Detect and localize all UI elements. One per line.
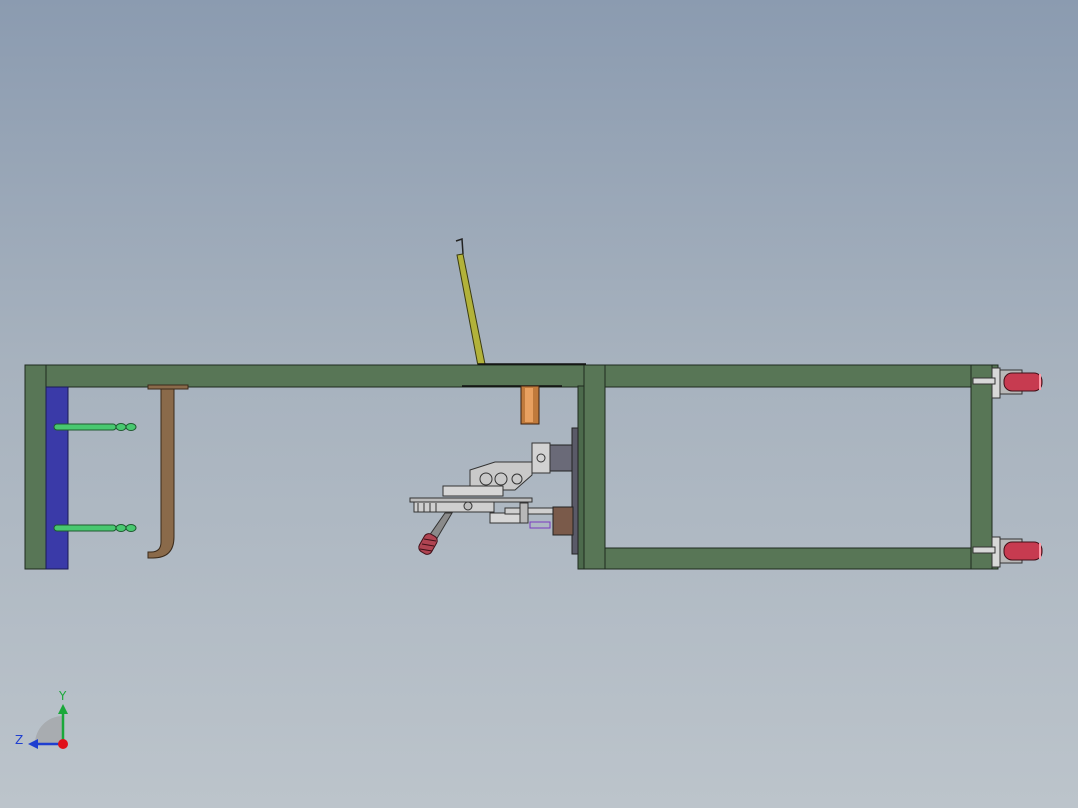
base-bolt bbox=[463, 501, 473, 511]
pin-tip bbox=[125, 524, 137, 532]
stop-rod bbox=[972, 377, 996, 385]
pin-knob bbox=[115, 524, 127, 532]
clamp-base bbox=[413, 501, 495, 513]
frame-top-rail bbox=[24, 364, 999, 388]
pipe-flange bbox=[147, 384, 189, 390]
slider-block bbox=[547, 444, 575, 472]
pin-knob bbox=[115, 423, 127, 431]
mid-post-plate bbox=[577, 385, 585, 570]
y-axis-label: Y bbox=[58, 689, 67, 703]
lever-arm[interactable] bbox=[455, 237, 486, 367]
lever-hook bbox=[455, 237, 464, 255]
z-axis-label: Z bbox=[15, 733, 23, 747]
clamp-link bbox=[442, 485, 504, 497]
clamp-jaw bbox=[552, 506, 574, 536]
clamp-spindle bbox=[504, 507, 554, 515]
locating-pin-upper[interactable] bbox=[53, 423, 137, 431]
pin-shaft bbox=[53, 524, 117, 532]
coordinate-triad: Y Z bbox=[15, 689, 68, 749]
brown-pipe[interactable] bbox=[147, 384, 189, 559]
x-axis-dot bbox=[58, 739, 68, 749]
spindle-guide bbox=[529, 521, 551, 529]
locating-pin-lower[interactable] bbox=[53, 524, 137, 532]
z-axis-arrow bbox=[28, 739, 38, 749]
lever-bar bbox=[456, 253, 486, 367]
frame-left-post bbox=[24, 364, 47, 570]
pipe-body bbox=[147, 388, 175, 559]
frame-mid-post bbox=[583, 364, 606, 570]
spindle-nut bbox=[519, 502, 529, 524]
clamp-bracket bbox=[531, 442, 551, 474]
stop-cap bbox=[1003, 372, 1043, 392]
contact-pad[interactable] bbox=[520, 385, 540, 425]
pin-tip bbox=[125, 423, 137, 431]
model-view: Y Z bbox=[15, 237, 1043, 749]
frame-right-post bbox=[970, 364, 993, 570]
clamp-base-top bbox=[409, 497, 533, 503]
cad-viewport[interactable]: Y Z bbox=[0, 0, 1078, 808]
stop-rod bbox=[972, 546, 996, 554]
pad-highlight bbox=[525, 388, 533, 422]
toggle-clamp-assembly[interactable] bbox=[409, 427, 579, 556]
y-axis-arrow bbox=[58, 704, 68, 714]
blue-base-plate[interactable] bbox=[45, 386, 69, 570]
frame-bottom-rail bbox=[583, 547, 999, 570]
stop-cap bbox=[1003, 541, 1043, 561]
pin-shaft bbox=[53, 423, 117, 431]
triad-plane-arc bbox=[35, 716, 63, 744]
